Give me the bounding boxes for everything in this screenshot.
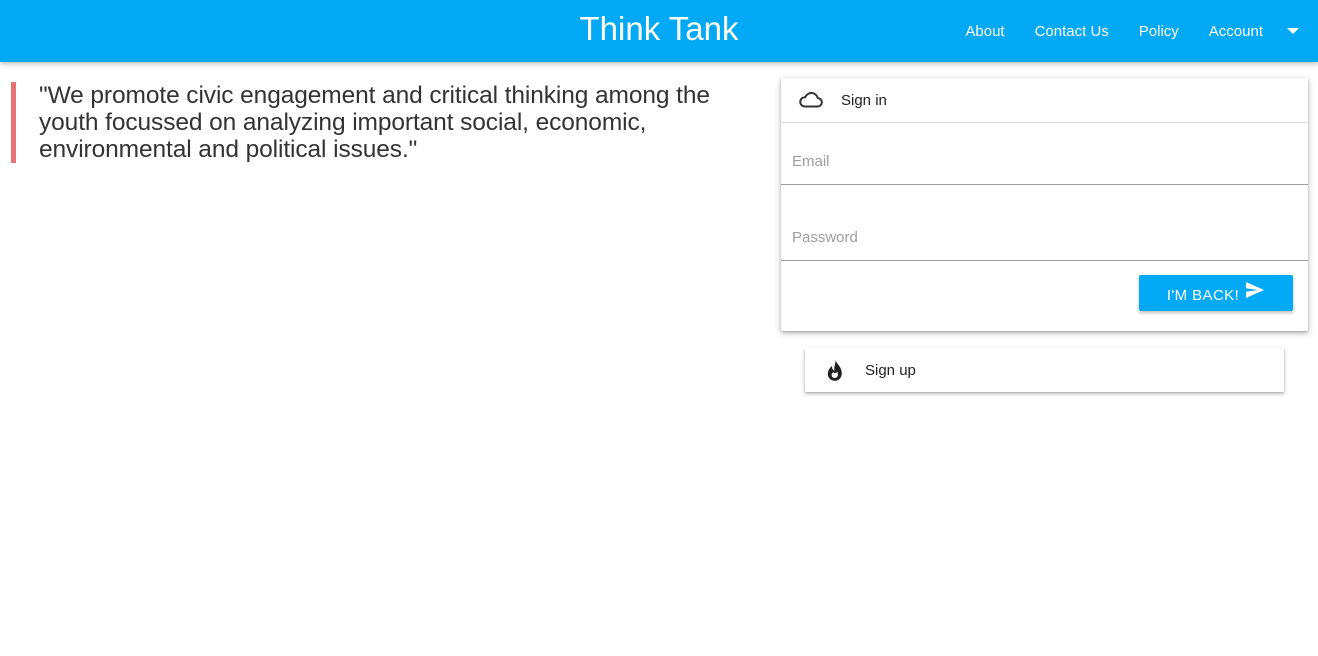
im-back-button[interactable]: I'm back!: [1139, 275, 1293, 311]
email-field[interactable]: [792, 153, 1292, 170]
cloud-icon: [798, 89, 824, 111]
mission-quote-text: "We promote civic engagement and critica…: [39, 82, 710, 163]
password-field-wrapper: [781, 200, 1308, 261]
email-field-wrapper: [781, 124, 1308, 185]
nav-menu: About Contact Us Policy Account: [935, 0, 1300, 62]
sign-up-title: Sign up: [865, 362, 916, 379]
im-back-button-label: I'm back!: [1166, 286, 1240, 304]
sign-up-card[interactable]: Sign up: [805, 348, 1284, 392]
send-icon: [1245, 281, 1265, 299]
whatshot-icon: [825, 359, 845, 383]
password-field[interactable]: [792, 229, 1292, 246]
nav-link-policy[interactable]: Policy: [1139, 23, 1179, 40]
nav-link-about[interactable]: About: [965, 23, 1004, 40]
arrow-drop-down-icon[interactable]: [1286, 24, 1300, 38]
sign-in-title: Sign in: [841, 92, 887, 109]
mission-quote: "We promote civic engagement and critica…: [11, 82, 741, 163]
nav-link-contact-us[interactable]: Contact Us: [1035, 23, 1109, 40]
top-navbar: Think Tank About Contact Us Policy Accou…: [0, 0, 1318, 62]
sign-in-card: Sign in I'm back!: [781, 78, 1308, 331]
sign-in-header[interactable]: Sign in: [781, 78, 1308, 123]
nav-link-account[interactable]: Account: [1209, 23, 1263, 40]
